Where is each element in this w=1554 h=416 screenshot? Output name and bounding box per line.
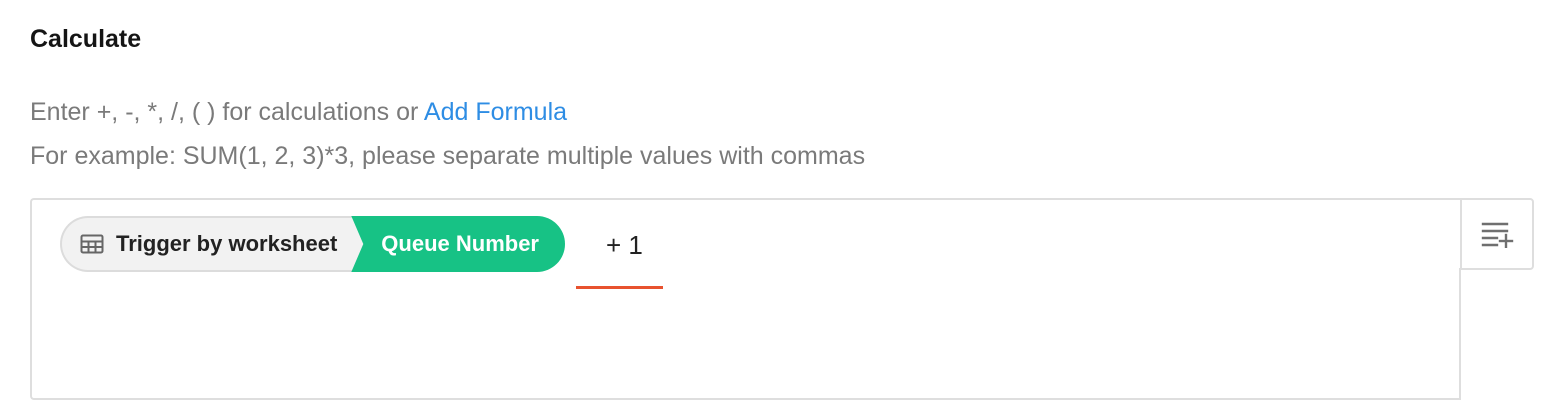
calc-hint-text: Enter +, -, *, /, ( ) for calculations o… bbox=[30, 98, 419, 126]
expression-text[interactable]: + 1 bbox=[606, 228, 643, 262]
tag-source-label: Trigger by worksheet bbox=[116, 231, 338, 256]
tag-field-label: Queue Number bbox=[381, 231, 539, 256]
insert-list-icon bbox=[1481, 222, 1514, 248]
insert-field-button[interactable] bbox=[1460, 198, 1534, 270]
tag-source-segment: Trigger by worksheet bbox=[60, 216, 364, 272]
editor-divider bbox=[1459, 268, 1461, 400]
error-underline bbox=[576, 286, 663, 289]
section-title: Calculate bbox=[30, 25, 142, 53]
add-formula-link[interactable]: Add Formula bbox=[424, 98, 567, 126]
tag-field-segment: Queue Number bbox=[351, 216, 565, 272]
calc-hint: Enter +, -, *, /, ( ) for calculations o… bbox=[30, 95, 567, 129]
example-hint: For example: SUM(1, 2, 3)*3, please sepa… bbox=[30, 142, 866, 170]
field-tag[interactable]: Trigger by worksheet Queue Number bbox=[60, 216, 565, 272]
table-grid-icon bbox=[80, 234, 104, 254]
